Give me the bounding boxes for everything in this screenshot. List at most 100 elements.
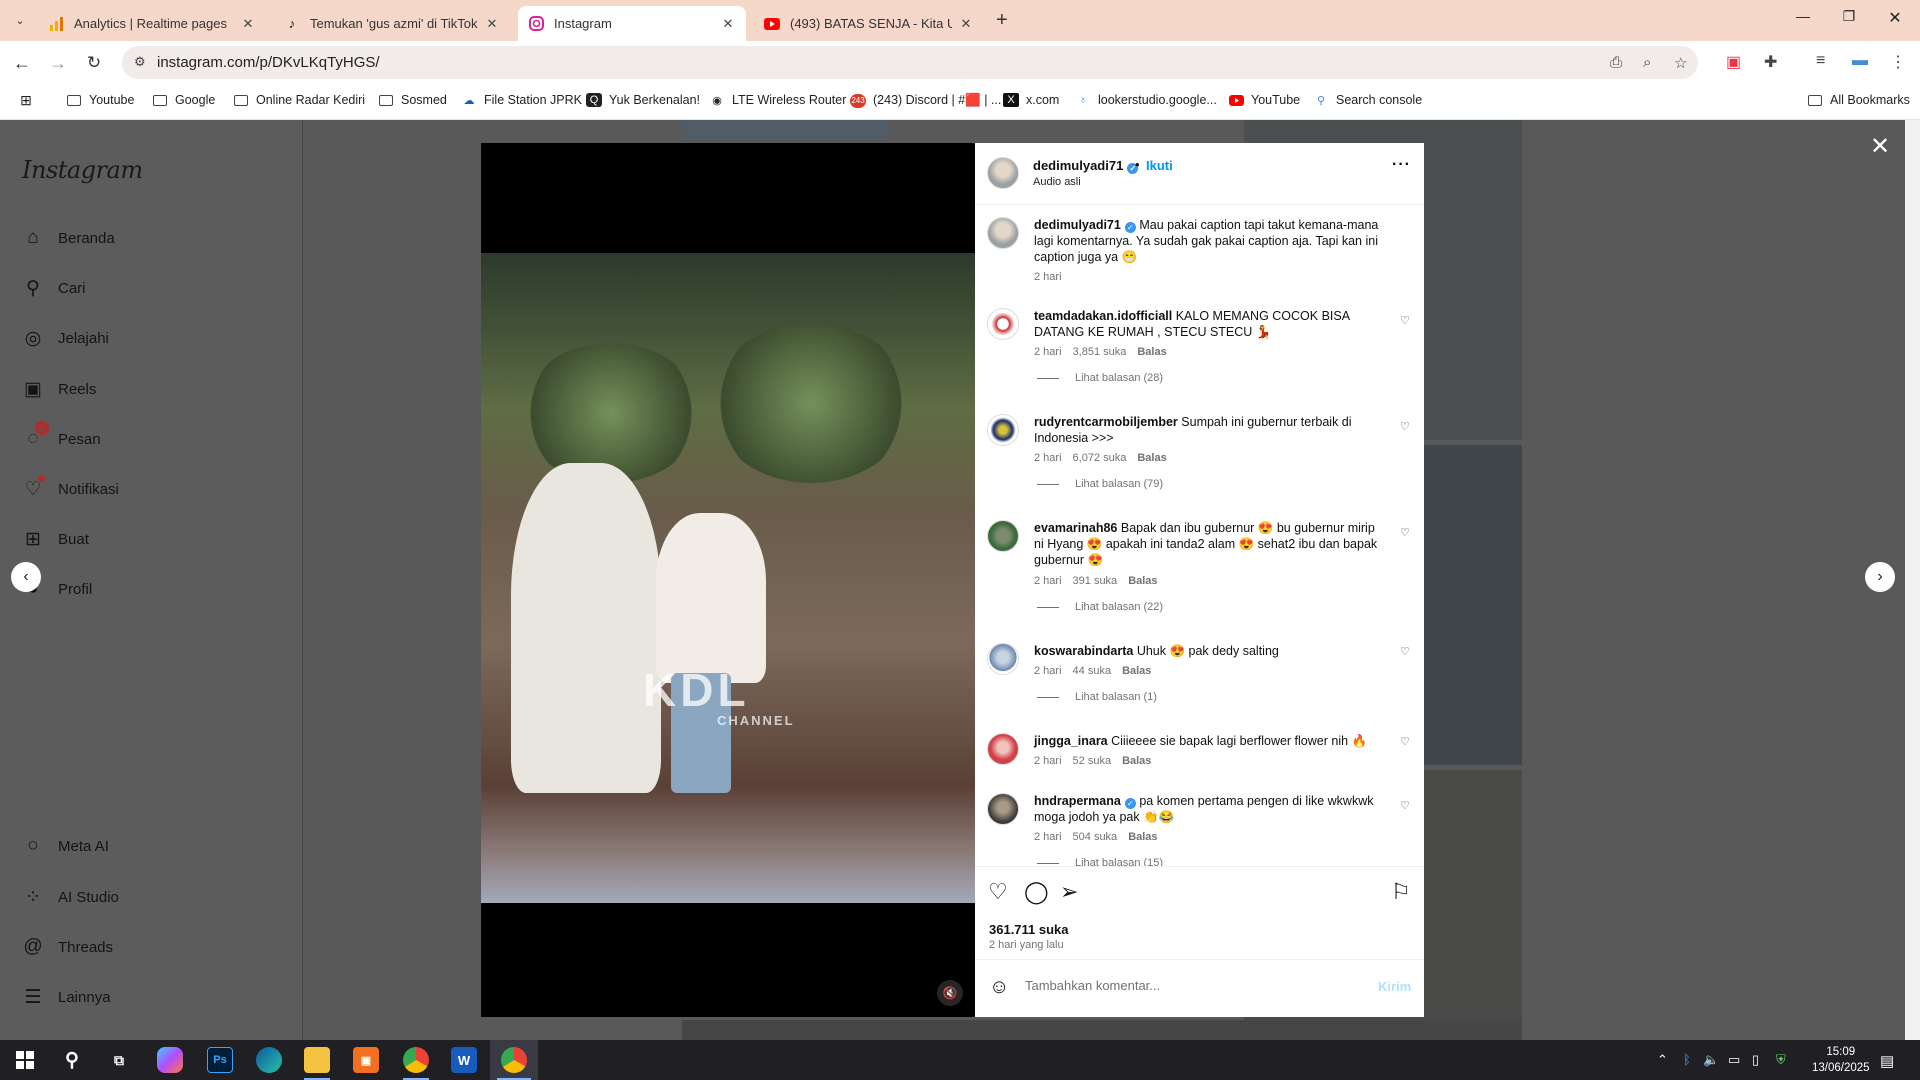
app-orange-icon[interactable]: ▣: [353, 1047, 379, 1073]
like-comment-heart-icon[interactable]: ♡: [1400, 735, 1410, 748]
photoshop-icon[interactable]: Ps: [207, 1047, 233, 1073]
like-heart-icon[interactable]: ♡: [988, 879, 1008, 905]
follow-button[interactable]: Ikuti: [1146, 158, 1173, 173]
bookmark-lookerstudio[interactable]: ♁ lookerstudio.google...: [1075, 93, 1217, 107]
bookmark-sosmed[interactable]: Sosmed: [378, 93, 447, 107]
close-tab-icon[interactable]: ✕: [240, 16, 256, 32]
address-bar[interactable]: ⚙ instagram.com/p/DKvLKqTyHGS/ ⎙ ⌕ ☆: [122, 46, 1698, 79]
commenter-avatar[interactable]: [987, 308, 1019, 340]
bookmark-youtube-folder[interactable]: Youtube: [66, 93, 134, 107]
save-bookmark-icon[interactable]: ⚐: [1391, 879, 1411, 905]
file-explorer-icon[interactable]: [304, 1047, 330, 1073]
battery-icon[interactable]: ▯: [1752, 1052, 1759, 1068]
author-avatar[interactable]: [987, 217, 1019, 249]
notification-center-icon[interactable]: ▤: [1880, 1052, 1894, 1070]
comment-username[interactable]: koswarabindarta: [1034, 644, 1133, 658]
zoom-icon[interactable]: ⌕: [1643, 54, 1651, 71]
previous-post-arrow-icon[interactable]: ‹: [11, 562, 41, 592]
copilot-icon[interactable]: [157, 1047, 183, 1073]
forward-arrow-icon[interactable]: →: [46, 51, 70, 75]
nav-meta-ai[interactable]: ○ Meta AI: [22, 835, 109, 857]
nav-cari[interactable]: ⚲ Cari: [22, 277, 85, 299]
like-comment-heart-icon[interactable]: ♡: [1400, 420, 1410, 433]
close-tab-icon[interactable]: ✕: [484, 16, 500, 32]
tab-youtube[interactable]: (493) BATAS SENJA - Kita Usaha ✕: [754, 6, 984, 41]
view-replies-button[interactable]: Lihat balasan (79): [1037, 478, 1163, 490]
media-control-icon[interactable]: ≡: [1816, 52, 1825, 70]
bookmark-star-icon[interactable]: ☆: [1674, 54, 1687, 72]
comment-likes[interactable]: 391 suka: [1073, 575, 1118, 587]
chrome-icon[interactable]: [501, 1047, 527, 1073]
network-icon[interactable]: ▭: [1728, 1052, 1740, 1068]
more-options-icon[interactable]: ···: [1392, 156, 1411, 174]
page-scrollbar[interactable]: [1905, 120, 1920, 1040]
new-tab-plus-icon[interactable]: +: [996, 9, 1008, 32]
comment-input[interactable]: [1025, 978, 1345, 993]
bookmark-file-station[interactable]: ☁ File Station JPRK: [461, 93, 582, 107]
reply-button[interactable]: Balas: [1137, 452, 1166, 464]
like-comment-heart-icon[interactable]: ♡: [1400, 314, 1410, 327]
tray-chevron-up-icon[interactable]: ⌃: [1657, 1052, 1668, 1068]
emoji-icon[interactable]: ☺: [989, 976, 1009, 999]
security-shield-icon[interactable]: ⛨: [1776, 1052, 1786, 1068]
bookmark-online-radar-kediri[interactable]: Online Radar Kediri: [233, 93, 365, 107]
volume-icon[interactable]: 🔈: [1703, 1052, 1719, 1068]
windows-start-icon[interactable]: [12, 1047, 38, 1073]
grid-post-thumb[interactable]: [682, 1020, 1522, 1040]
view-replies-button[interactable]: Lihat balasan (1): [1037, 691, 1157, 703]
next-post-arrow-icon[interactable]: ›: [1865, 562, 1895, 592]
bookmark-x-com[interactable]: Xx.com: [1003, 93, 1059, 107]
comment-username[interactable]: teamdadakan.idofficiall: [1034, 309, 1172, 323]
nav-lainnya[interactable]: ☰ Lainnya: [22, 986, 110, 1008]
author-avatar[interactable]: [987, 157, 1019, 189]
bookmark-lte-router[interactable]: ◉ LTE Wireless Router: [709, 93, 846, 107]
mute-icon[interactable]: 🔇: [937, 980, 963, 1006]
back-arrow-icon[interactable]: ←: [10, 51, 34, 75]
restore-icon[interactable]: ❐: [1826, 8, 1872, 25]
nav-ai-studio[interactable]: ⁘ AI Studio: [22, 886, 119, 908]
reply-button[interactable]: Balas: [1122, 665, 1151, 677]
comment-username[interactable]: rudyrentcarmobiljember: [1034, 415, 1178, 429]
comments-list[interactable]: dedimulyadi71 ✓ Mau pakai caption tapi ta…: [975, 205, 1424, 866]
bookmark-discord[interactable]: 243 (243) Discord | #🟥 | ...: [850, 93, 1001, 108]
task-view-icon[interactable]: ⧉: [106, 1047, 132, 1073]
reply-button[interactable]: Balas: [1128, 575, 1157, 587]
comment-username[interactable]: evamarinah86: [1034, 521, 1117, 535]
install-app-icon[interactable]: ⎙: [1610, 54, 1622, 71]
nav-notifikasi[interactable]: ♡ Notifikasi: [22, 475, 119, 500]
post-like-count[interactable]: 361.711 suka: [989, 922, 1069, 937]
comment-username[interactable]: jingga_inara: [1034, 734, 1108, 748]
post-video[interactable]: KDL CHANNEL 🔇: [481, 143, 975, 1017]
reply-button[interactable]: Balas: [1128, 831, 1157, 843]
site-info-icon[interactable]: ⚙: [134, 54, 146, 70]
commenter-avatar[interactable]: [987, 733, 1019, 765]
bluetooth-icon[interactable]: ᛒ: [1683, 1052, 1691, 1067]
close-tab-icon[interactable]: ✕: [720, 16, 736, 32]
like-comment-heart-icon[interactable]: ♡: [1400, 526, 1410, 539]
author-username[interactable]: dedimulyadi71 ✓: [1033, 158, 1139, 174]
close-tab-icon[interactable]: ✕: [958, 16, 974, 32]
profile-avatar-icon[interactable]: ▬: [1852, 52, 1868, 70]
tab-analytics[interactable]: Analytics | Realtime pages ✕: [38, 6, 266, 41]
window-close-icon[interactable]: ✕: [1872, 8, 1918, 28]
comment-likes[interactable]: 52 suka: [1073, 755, 1112, 767]
commenter-avatar[interactable]: [987, 793, 1019, 825]
tab-instagram[interactable]: Instagram ✕: [518, 6, 746, 41]
send-comment-button[interactable]: Kirim: [1378, 979, 1411, 994]
edge-icon[interactable]: [256, 1047, 282, 1073]
bookmark-search-console[interactable]: ⚲ Search console: [1313, 93, 1422, 107]
comment-likes[interactable]: 504 suka: [1073, 831, 1118, 843]
close-modal-icon[interactable]: ✕: [1870, 132, 1890, 161]
chrome-menu-icon[interactable]: ⋮: [1890, 52, 1906, 72]
minimize-icon[interactable]: —: [1780, 8, 1826, 24]
grid-post-thumb[interactable]: [682, 120, 888, 140]
commenter-avatar[interactable]: [987, 414, 1019, 446]
apps-grid-icon[interactable]: ⊞: [18, 92, 41, 108]
comment-likes[interactable]: 6,072 suka: [1073, 452, 1127, 464]
audio-label[interactable]: Audio asli: [1033, 176, 1081, 188]
comment-bubble-icon[interactable]: ◯: [1024, 879, 1049, 905]
comment-username[interactable]: dedimulyadi71: [1034, 218, 1121, 232]
commenter-avatar[interactable]: [987, 520, 1019, 552]
view-replies-button[interactable]: Lihat balasan (28): [1037, 372, 1163, 384]
view-replies-button[interactable]: Lihat balasan (22): [1037, 601, 1163, 613]
